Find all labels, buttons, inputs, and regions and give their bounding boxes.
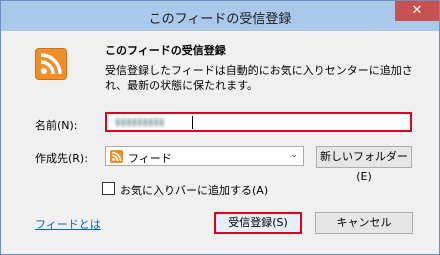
name-field[interactable]: ▮▮▮▮▮▮▮▮▮	[105, 112, 412, 132]
folder-select-value: フィード	[128, 152, 172, 165]
cancel-button[interactable]: キャンセル	[315, 212, 413, 234]
dialog-title: このフィードの受信登録	[148, 12, 292, 27]
folder-label: 作成先(R):	[35, 152, 88, 165]
favorites-bar-checkbox[interactable]	[102, 182, 115, 195]
dialog-heading: このフィードの受信登録	[105, 44, 226, 57]
close-icon: ✕	[411, 3, 423, 18]
close-button[interactable]: ✕	[395, 1, 439, 21]
title-bar[interactable]: このフィードの受信登録 ✕	[1, 1, 439, 31]
folder-select[interactable]: フィード ⌄	[105, 146, 304, 166]
rss-feed-icon	[35, 48, 67, 80]
name-label: 名前(N):	[35, 119, 78, 132]
dialog-description: 受信登録したフィードは自動的にお気に入りセンターに追加され、最新の状態に保たれま…	[105, 64, 413, 92]
chevron-down-icon: ⌄	[290, 150, 298, 160]
name-field-value: ▮▮▮▮▮▮▮▮▮	[115, 117, 165, 128]
text-caret	[192, 116, 193, 129]
favorites-bar-label[interactable]: お気に入りバーに追加する(A)	[120, 182, 268, 198]
subscribe-feed-dialog: このフィードの受信登録 ✕ このフィードの受信登録 受信登録したフィードは自動的…	[0, 0, 440, 255]
rss-folder-icon	[110, 150, 123, 163]
about-feeds-link[interactable]: フィードとは	[35, 216, 101, 232]
new-folder-button[interactable]: 新しいフォルダー(E)	[316, 146, 412, 183]
subscribe-button[interactable]: 受信登録(S)	[214, 212, 302, 234]
